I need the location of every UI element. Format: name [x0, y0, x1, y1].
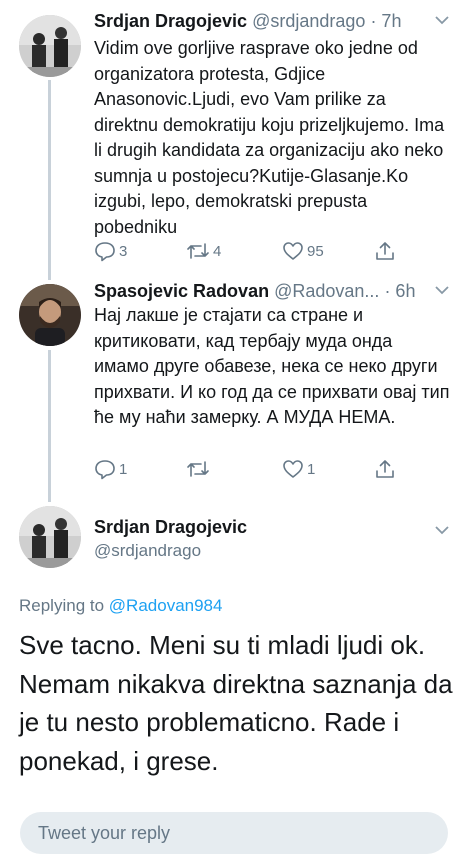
timestamp: · 7h [370, 11, 402, 31]
author-name[interactable]: Srdjan Dragojevic [94, 515, 247, 539]
author-handle[interactable]: @Radovan... [274, 281, 379, 301]
author-handle[interactable]: @srdjandrago [252, 11, 365, 31]
like-count: 1 [307, 460, 316, 478]
chevron-down-icon[interactable] [434, 522, 450, 538]
heart-icon [283, 460, 303, 478]
replying-label: Replying to [19, 596, 105, 615]
replying-to: Replying to @Radovan984 [19, 594, 222, 618]
chevron-down-icon[interactable] [434, 282, 450, 298]
thread-line [48, 80, 51, 272]
author-handle[interactable]: @srdjandrago [94, 539, 201, 563]
thread-line [48, 350, 51, 490]
retweet-count: 4 [213, 242, 222, 260]
author-name[interactable]: Spasojevic Radovan [94, 281, 269, 301]
reply-button[interactable]: 3 [94, 238, 127, 264]
thread-line [48, 272, 51, 280]
reply-count: 1 [119, 460, 128, 478]
tweet-header: Spasojevic Radovan @Radovan... · 6h [94, 278, 415, 304]
reply-icon [95, 242, 115, 262]
reply-button[interactable]: 1 [94, 456, 127, 482]
retweet-icon [187, 461, 209, 477]
reply-icon [95, 460, 115, 480]
tweet-1[interactable]: Srdjan Dragojevic @srdjandrago · 7h Vidi… [0, 0, 468, 272]
tweet-header: Srdjan Dragojevic @srdjandrago · 7h [94, 8, 401, 34]
tweet-text: Нај лакше је стајати са стране и критико… [94, 305, 450, 427]
tweet-text: Sve tacno. Meni su ti mladi ljudi ok. Ne… [19, 630, 453, 776]
like-count: 95 [307, 242, 324, 260]
focused-tweet: Srdjan Dragojevic @srdjandrago Replying … [0, 490, 468, 798]
avatar[interactable] [19, 506, 81, 568]
reply-input[interactable]: Tweet your reply [20, 812, 448, 854]
share-button[interactable] [374, 456, 396, 482]
tweet-2[interactable]: Spasojevic Radovan @Radovan... · 6h Нај … [0, 272, 468, 490]
replying-to-link[interactable]: @Radovan984 [109, 596, 223, 615]
share-icon [376, 242, 394, 260]
tweet-actions: 3 4 95 [94, 238, 434, 264]
chevron-down-icon[interactable] [434, 12, 450, 28]
retweet-icon [187, 243, 209, 259]
retweet-button[interactable]: 4 [186, 238, 221, 264]
thread-line [48, 490, 51, 502]
like-button[interactable]: 95 [282, 238, 324, 264]
heart-icon [283, 242, 303, 260]
timestamp: · 6h [384, 281, 416, 301]
tweet-actions: 1 1 [94, 456, 434, 482]
tweet-text: Vidim ove gorljive rasprave oko jedne od… [94, 38, 445, 237]
avatar[interactable] [19, 284, 81, 346]
author-name[interactable]: Srdjan Dragojevic [94, 11, 247, 31]
share-icon [376, 460, 394, 478]
share-button[interactable] [374, 238, 396, 264]
like-button[interactable]: 1 [282, 456, 315, 482]
avatar[interactable] [19, 15, 81, 77]
retweet-button[interactable] [186, 456, 213, 482]
reply-count: 3 [119, 242, 128, 260]
